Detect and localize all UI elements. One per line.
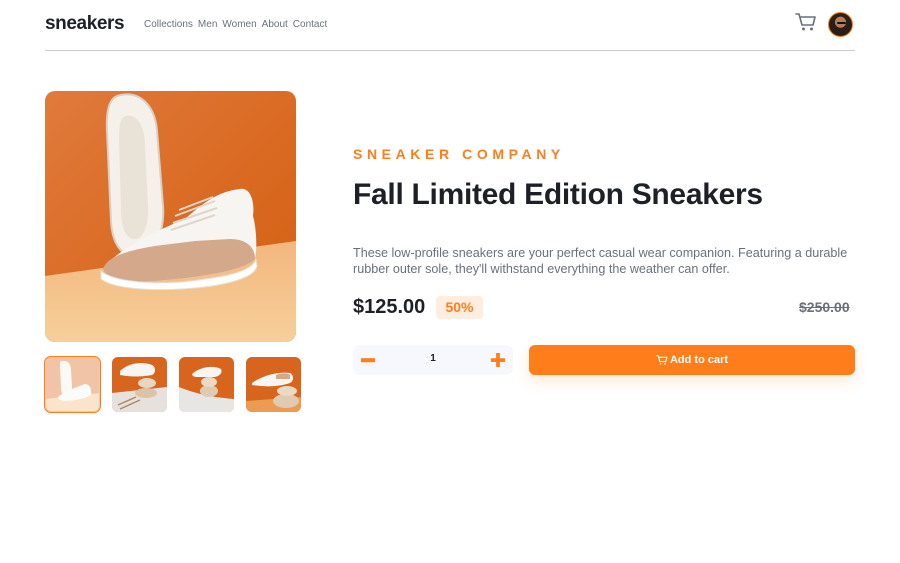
company-label: SNEAKER COMPANY — [353, 146, 565, 162]
plus-icon — [491, 353, 505, 367]
logo[interactable]: sneakers — [45, 13, 125, 35]
current-price: $125.00 — [353, 296, 426, 318]
avatar[interactable] — [828, 12, 853, 37]
product-description: These low-profile sneakers are your perf… — [353, 246, 848, 276]
thumbnail-1[interactable] — [44, 356, 101, 413]
increase-quantity-button[interactable] — [483, 345, 513, 375]
site-header: sneakers Collections Men Women About Con… — [45, 0, 855, 51]
cart-icon — [655, 355, 668, 365]
nav-link-collections[interactable]: Collections — [144, 19, 193, 30]
original-price: $250.00 — [799, 299, 850, 315]
main-nav: Collections Men Women About Contact — [144, 19, 327, 30]
thumbnail-4[interactable] — [246, 357, 301, 412]
product-title: Fall Limited Edition Sneakers — [353, 178, 763, 211]
thumbnail-strip — [44, 356, 301, 413]
add-to-cart-button[interactable]: Add to cart — [529, 345, 855, 375]
minus-icon — [361, 357, 375, 362]
add-to-cart-label: Add to cart — [669, 354, 729, 366]
discount-badge: 50% — [436, 296, 483, 319]
thumbnail-3[interactable] — [179, 357, 234, 412]
cart-icon[interactable] — [795, 12, 817, 34]
quantity-value: 1 — [430, 353, 436, 364]
nav-link-about[interactable]: About — [262, 19, 288, 30]
quantity-stepper: 1 — [353, 345, 513, 375]
product-main-image[interactable] — [45, 91, 296, 342]
nav-link-contact[interactable]: Contact — [293, 19, 327, 30]
decrease-quantity-button[interactable] — [353, 345, 383, 375]
thumbnail-2[interactable] — [112, 357, 167, 412]
nav-link-women[interactable]: Women — [222, 19, 256, 30]
nav-link-men[interactable]: Men — [198, 19, 217, 30]
